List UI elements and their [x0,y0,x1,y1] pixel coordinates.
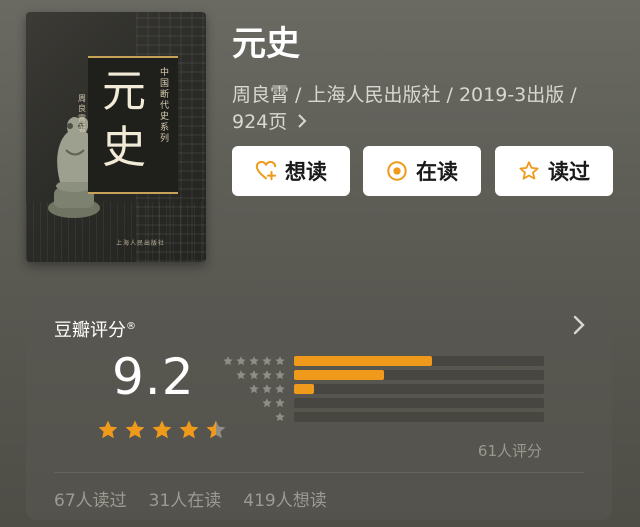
rating-star-icon [98,420,118,439]
rating-score: 9.2 [112,348,195,406]
registered-mark: ® [126,321,136,332]
distribution-star-icon [262,370,272,380]
distribution-star-icon [262,384,272,394]
star-outline-icon [518,160,540,182]
distribution-star-group [222,397,286,409]
heart-plus-icon [255,160,277,182]
rating-distribution-row [222,410,544,424]
distribution-bar-track [294,398,544,408]
want-count[interactable]: 419人想读 [243,486,326,511]
distribution-star-icon [275,370,285,380]
distribution-star-icon [223,356,233,366]
distribution-bar-track [294,370,544,380]
rating-star-icon [125,420,145,439]
distribution-star-group [222,411,286,423]
cover-title-panel: 元史 中国断代史系列 [88,56,178,194]
book-meta-text: 周良霄 / 上海人民出版社 / 2019-3出版 / 924页 [232,84,577,133]
rating-distribution-row [222,368,544,382]
book-cover[interactable]: 元史 中国断代史系列 周良霄著 上海人民出版社 [26,12,206,262]
chevron-right-icon [297,109,307,136]
distribution-star-icon [249,356,259,366]
distribution-star-group [222,383,286,395]
cover-title: 元史 [102,66,146,173]
chevron-right-icon[interactable] [572,314,586,336]
rating-distribution-row [222,354,544,368]
distribution-star-icon [249,370,259,380]
book-title: 元史 [232,24,300,64]
target-circle-icon [386,160,408,182]
cover-series: 中国断代史系列 [160,68,170,144]
distribution-bar-fill [294,384,314,394]
distribution-star-icon [236,370,246,380]
score-stars [96,418,228,442]
reading-count[interactable]: 31人在读 [149,486,222,511]
distribution-bar-track [294,412,544,422]
read-count[interactable]: 67人读过 [54,486,127,511]
reading-button[interactable]: 在读 [363,146,481,196]
have-read-button[interactable]: 读过 [495,146,613,196]
distribution-bar-fill [294,356,432,366]
distribution-bar-track [294,384,544,394]
book-meta-link[interactable]: 周良霄 / 上海人民出版社 / 2019-3出版 / 924页 [232,82,612,136]
distribution-bar-fill [294,370,384,380]
distribution-star-group [222,369,286,381]
want-to-read-label: 想读 [285,160,327,184]
distribution-star-icon [275,412,285,422]
rating-header: 豆瓣评分® [54,316,136,342]
rating-distribution-row [222,382,544,396]
rating-star-icon [179,420,199,439]
have-read-label: 读过 [548,160,590,184]
distribution-star-group [222,355,286,367]
reading-label: 在读 [416,160,458,184]
rating-star-icon [152,420,172,439]
rating-count: 61人评分 [477,442,542,460]
distribution-star-icon [275,398,285,408]
cover-author: 周良霄著 [78,94,86,133]
rating-card[interactable]: 豆瓣评分® 9.2 61人评分 67人读过 31人在读 419人想读 [26,296,612,520]
rating-header-text: 豆瓣评分 [54,320,126,341]
rating-distribution-row [222,396,544,410]
distribution-star-icon [262,398,272,408]
want-to-read-button[interactable]: 想读 [232,146,350,196]
distribution-star-icon [249,384,259,394]
reader-stats: 67人读过 31人在读 419人想读 [54,486,327,511]
distribution-bar-track [294,356,544,366]
distribution-star-icon [275,356,285,366]
divider [54,472,584,473]
distribution-star-icon [275,384,285,394]
distribution-star-icon [236,356,246,366]
cover-publisher: 上海人民出版社 [116,240,166,247]
distribution-star-icon [262,356,272,366]
